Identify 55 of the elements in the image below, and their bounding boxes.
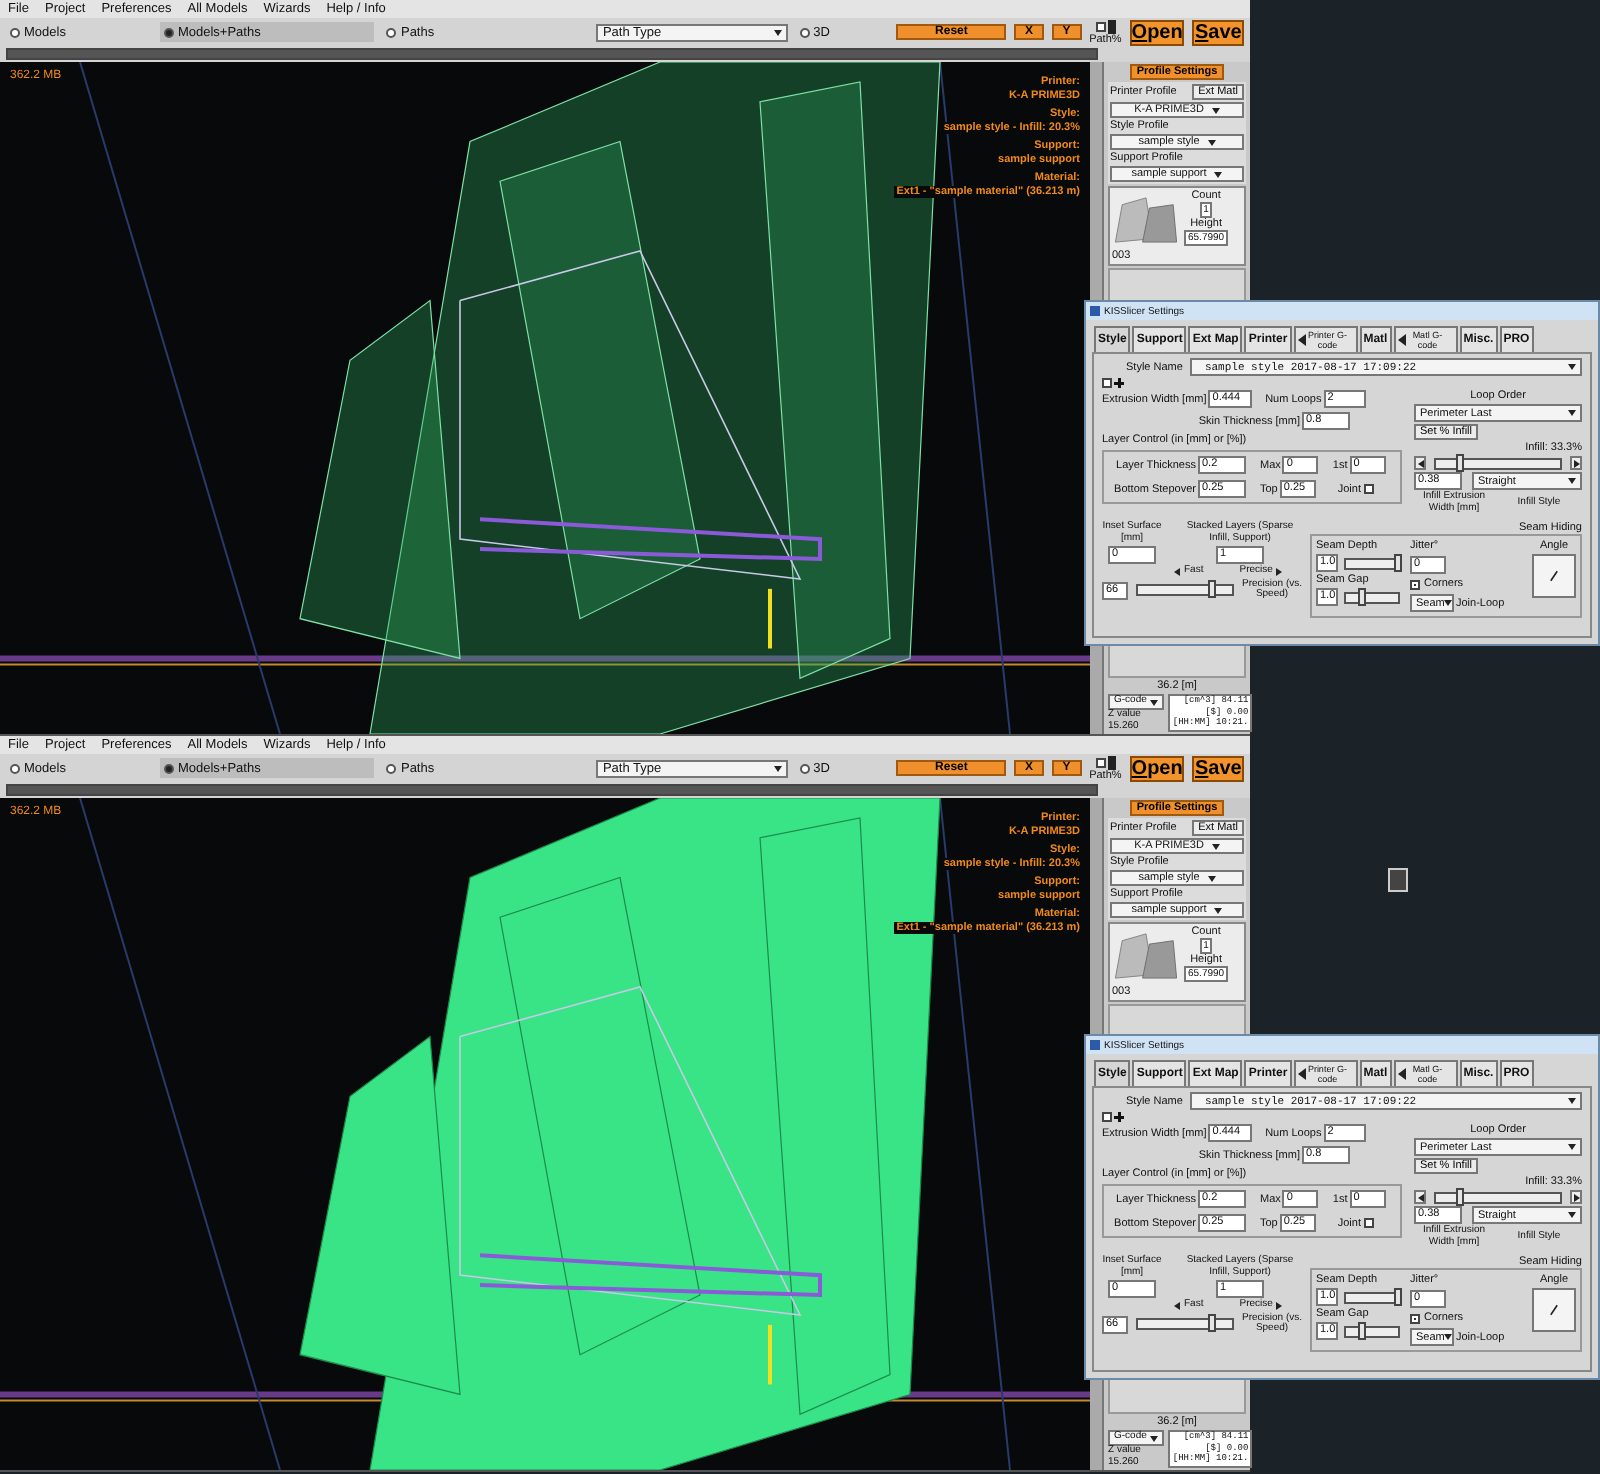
left-arrow-icon [1174,1301,1180,1310]
checkbox-icon[interactable] [1102,1112,1112,1122]
precision-slider[interactable] [1136,1318,1234,1330]
checkbox[interactable] [1095,21,1106,31]
right-arrow-button[interactable] [1570,456,1582,470]
seam-gap-slider[interactable] [1344,591,1400,603]
right-arrow-icon [1276,567,1283,576]
right-arrow-button[interactable] [1570,1190,1582,1204]
slider-thumb[interactable] [1207,1314,1216,1332]
radio-button[interactable] [799,763,810,773]
right-arrow-icon [1276,1301,1283,1310]
checkbox[interactable] [1363,484,1373,494]
radio-button[interactable] [10,27,20,37]
left-arrow-icon [1174,567,1180,576]
slider-thumb[interactable] [1357,1321,1366,1339]
app-icon [1090,1040,1100,1050]
radio-button[interactable] [10,763,20,773]
plus-icon[interactable] [1114,1112,1124,1122]
slider-thumb[interactable] [1207,580,1216,598]
seam-depth-slider[interactable] [1344,557,1400,569]
app-icon [1090,306,1100,316]
radio-button[interactable] [163,27,174,37]
radio-button[interactable] [799,27,810,37]
angle-line-icon [1546,568,1562,584]
radio-button[interactable] [163,763,174,773]
file-icon[interactable] [1388,868,1408,892]
plus-icon[interactable] [1114,378,1124,388]
open-button[interactable]: Open [1129,755,1185,781]
infill-slider[interactable] [1434,1191,1562,1203]
checkbox[interactable] [1410,579,1420,589]
left-arrow-button[interactable] [1414,1190,1426,1204]
precision-slider[interactable] [1136,584,1234,596]
checkbox[interactable] [1410,1313,1420,1323]
battery-icon [1107,755,1116,769]
left-arrow-button[interactable] [1414,456,1426,470]
battery-icon [1107,19,1116,33]
slider-thumb[interactable] [1456,453,1465,471]
radio-button[interactable] [386,763,397,773]
infill-slider[interactable] [1434,457,1562,469]
checkbox[interactable] [1363,1218,1373,1228]
save-button[interactable]: Save [1192,755,1245,781]
save-button[interactable]: Save [1192,19,1245,45]
open-button[interactable]: Open [1129,19,1185,45]
checkbox-icon[interactable] [1102,378,1112,388]
seam-depth-slider[interactable] [1344,1291,1400,1303]
checkbox[interactable] [1095,757,1106,767]
slider-thumb[interactable] [1394,553,1402,571]
angle-control[interactable] [1532,1288,1576,1332]
angle-control[interactable] [1532,554,1576,598]
radio-button[interactable] [386,27,397,37]
seam-gap-slider[interactable] [1344,1325,1400,1337]
slider-thumb[interactable] [1456,1187,1465,1205]
angle-line-icon [1546,1302,1562,1318]
slider-thumb[interactable] [1394,1287,1402,1305]
slider-thumb[interactable] [1357,587,1366,605]
